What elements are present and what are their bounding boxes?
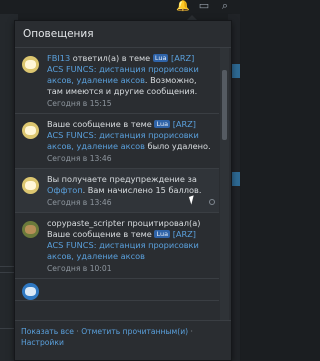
mark-read-toggle[interactable] [209,199,215,205]
notification-item[interactable]: FBI13 ответил(а) в теме Lua [ARZ] ACS FU… [15,48,219,114]
notification-action: процитировал(а) [127,218,201,228]
notification-time: Сегодня в 13:46 [47,154,112,163]
search-icon[interactable]: ⌕ [218,0,232,12]
notification-action: ответил(а) в теме [72,53,151,63]
notification-item[interactable]: copypaste_scripter процитировал(а) Ваше … [15,213,219,279]
notification-time: Сегодня в 10:01 [47,264,112,273]
thread-prefix-badge: Lua [152,54,169,62]
notification-suffix: . Вам начислено 15 баллов. [82,185,202,195]
popup-title: Оповещения [15,21,231,48]
bell-icon[interactable]: 🔔 [176,0,190,12]
popup-footer: Показать все · Отметить прочитанным(и) ·… [15,320,231,360]
list-scrollbar[interactable] [220,48,229,321]
notification-time: Сегодня в 13:46 [47,198,112,207]
mark-read-link[interactable]: Отметить прочитанным(и) [81,327,188,336]
avatar[interactable] [22,283,39,300]
notification-suffix: было удалено. [147,141,211,151]
warning-reason-link[interactable]: Оффтоп [47,185,83,195]
footer-separator: · [188,327,193,336]
avatar[interactable] [22,122,39,139]
notification-item[interactable]: Вы получаете предупреждение за Оффтоп. В… [15,169,219,213]
thread-prefix-badge: Lua [154,120,171,128]
notifications-popup: Оповещения FBI13 ответил(а) в теме Lua [… [14,20,232,361]
avatar[interactable] [22,177,39,194]
notifications-list[interactable]: FBI13 ответил(а) в теме Lua [ARZ] ACS FU… [15,48,219,321]
thread-prefix-badge: Lua [154,230,171,238]
notification-time: Сегодня в 15:15 [47,99,112,108]
avatar[interactable] [22,56,39,73]
user-link[interactable]: FBI13 [47,53,70,63]
settings-link[interactable]: Настройки [21,338,64,347]
notification-item[interactable]: Ваше сообщение в теме Lua [ARZ] ACS FUNC… [15,114,219,169]
notification-intro: Вы получаете предупреждение за [47,174,197,184]
notification-item[interactable] [15,279,219,301]
top-navigation-bar: 🔔 ▭ ⌕ [0,0,240,14]
avatar[interactable] [22,221,39,238]
scrollbar-thumb[interactable] [222,70,227,140]
notification-intro: Ваше сообщение в теме [47,229,152,239]
show-all-link[interactable]: Показать все [21,327,74,336]
inbox-icon[interactable]: ▭ [197,0,211,12]
user-name[interactable]: copypaste_scripter [47,218,125,228]
notification-intro: Ваше сообщение в теме [47,119,152,129]
